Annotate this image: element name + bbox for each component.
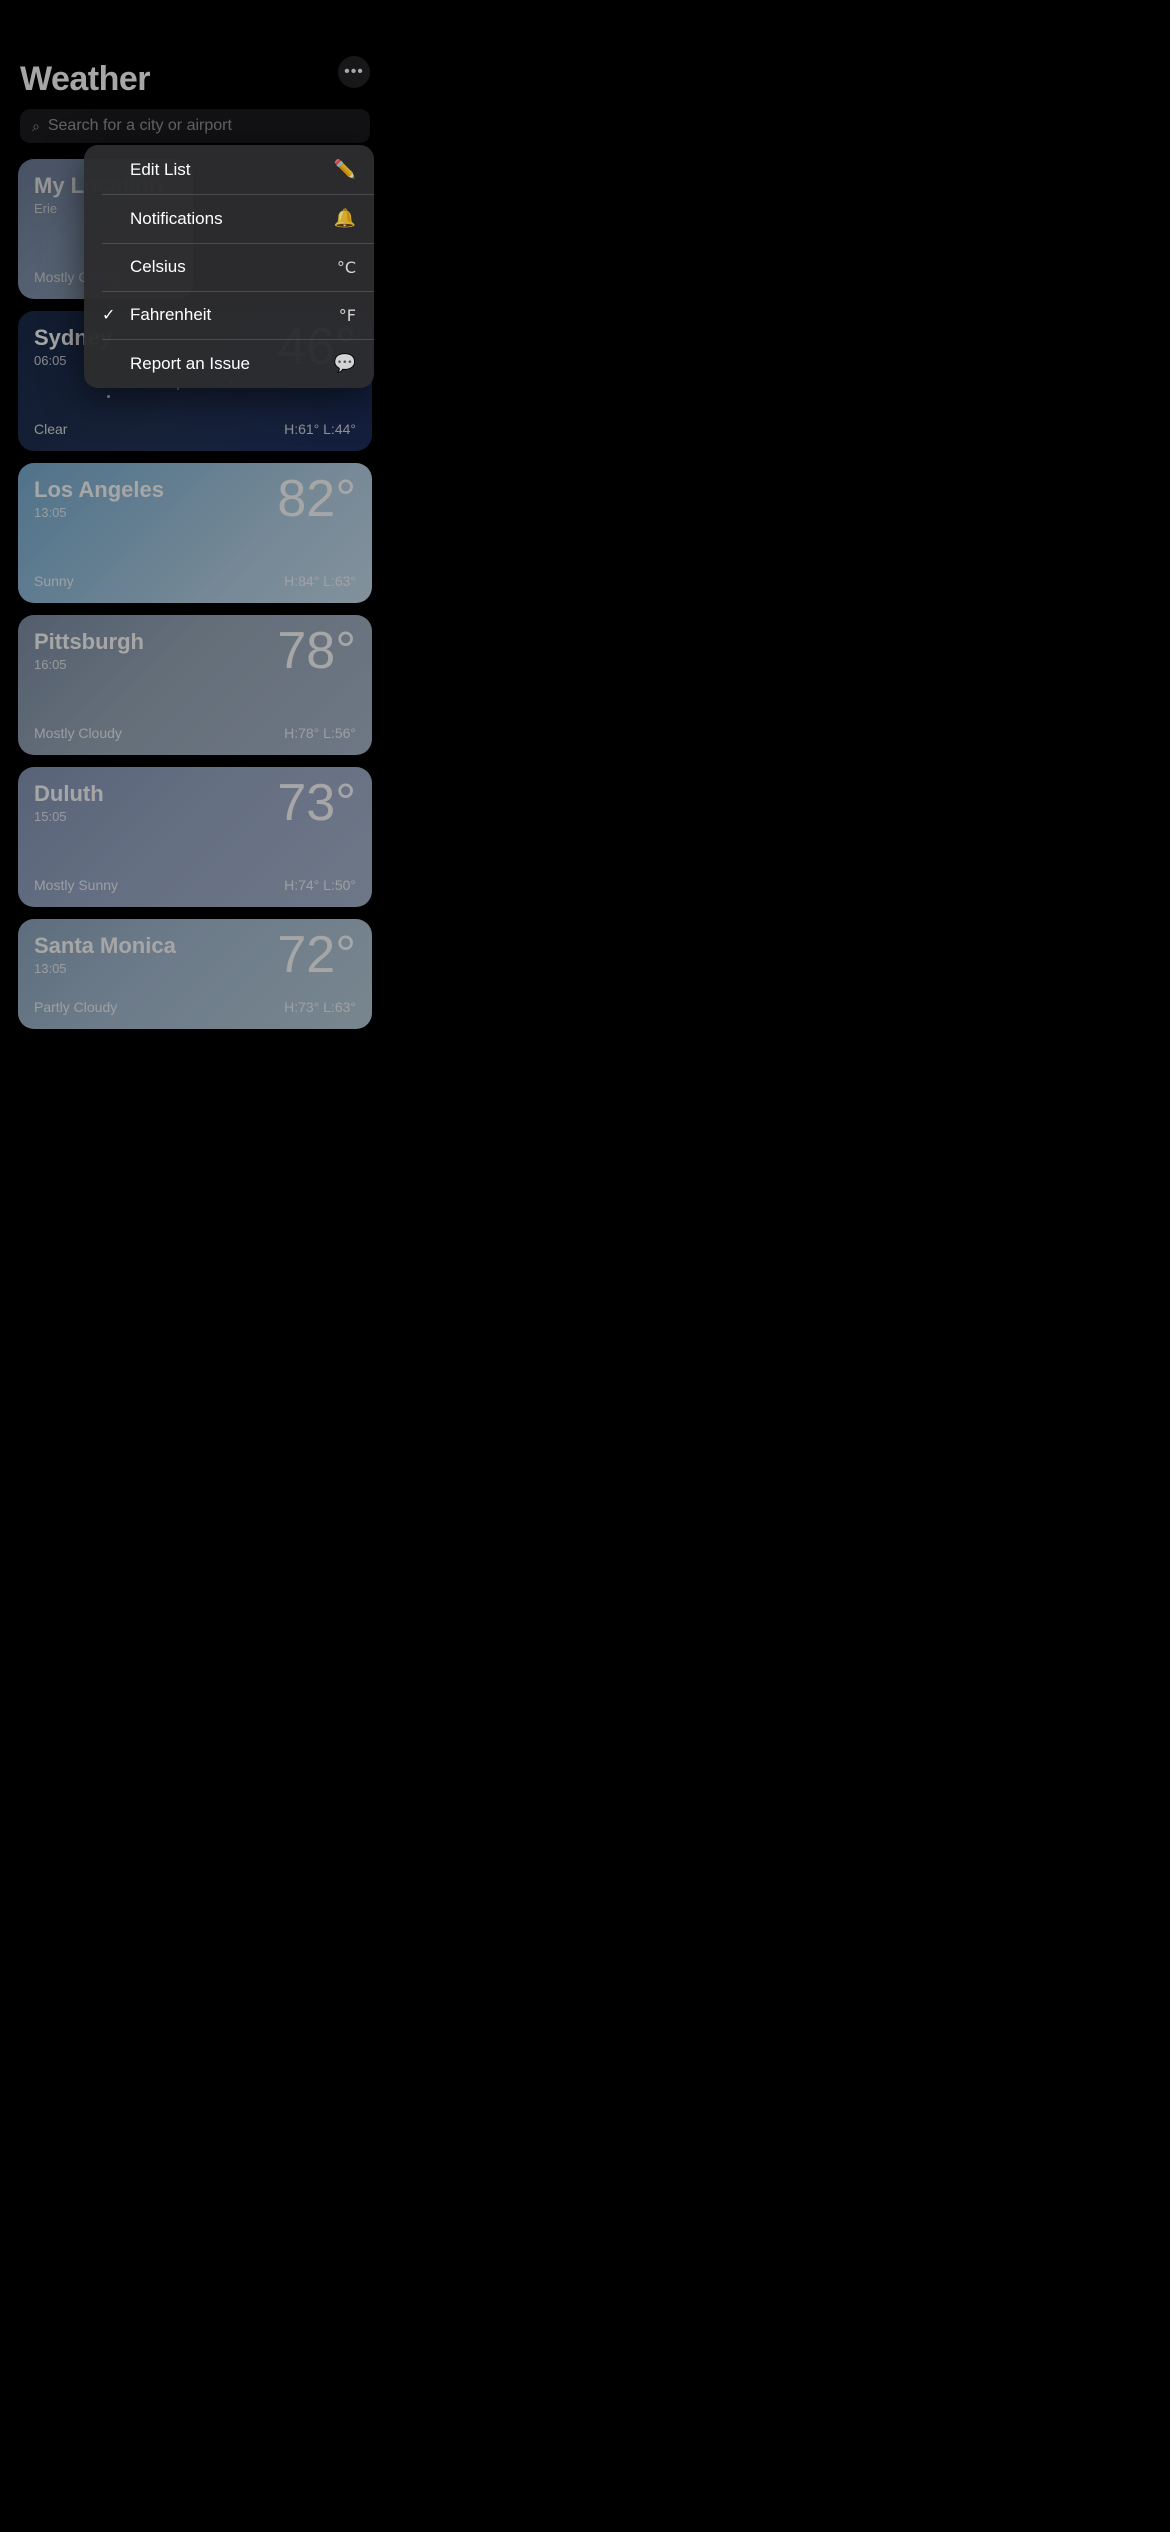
more-button[interactable]: ••• xyxy=(338,56,370,88)
dropdown-label-notifications: Notifications xyxy=(130,209,223,229)
weather-card-pittsburgh[interactable]: Pittsburgh 16:05 78° Mostly Cloudy H:78°… xyxy=(18,615,372,755)
card-temp-los-angeles: 82° xyxy=(277,473,356,525)
checkmark-fahrenheit: ✓ xyxy=(102,305,120,325)
bell-icon: 🔔 xyxy=(334,208,356,229)
card-hl-los-angeles: H:84° L:63° xyxy=(284,573,356,589)
dropdown-label-edit-list: Edit List xyxy=(130,160,190,180)
fahrenheit-icon: °F xyxy=(339,306,356,325)
card-city-duluth: Duluth xyxy=(34,781,104,807)
card-hl-pittsburgh: H:78° L:56° xyxy=(284,725,356,741)
page-title: Weather xyxy=(0,0,390,109)
dropdown-item-celsius[interactable]: Celsius °C xyxy=(84,243,374,291)
dropdown-item-notifications[interactable]: Notifications 🔔 xyxy=(84,194,374,243)
card-temp-pittsburgh: 78° xyxy=(277,625,356,677)
search-bar[interactable]: ⌕ Search for a city or airport xyxy=(20,109,370,143)
card-city-santa-monica: Santa Monica xyxy=(34,933,176,959)
dropdown-label-report-issue: Report an Issue xyxy=(130,354,250,374)
card-time-pittsburgh: 16:05 xyxy=(34,657,144,672)
more-dots-icon: ••• xyxy=(344,64,364,80)
dropdown-item-edit-list[interactable]: Edit List ✏️ xyxy=(84,145,374,194)
card-hl-santa-monica: H:73° L:63° xyxy=(284,999,356,1015)
weather-card-santa-monica[interactable]: Santa Monica 13:05 72° Partly Cloudy H:7… xyxy=(18,919,372,1029)
card-temp-santa-monica: 72° xyxy=(277,929,356,981)
dropdown-label-fahrenheit: Fahrenheit xyxy=(130,305,211,325)
search-placeholder-text: Search for a city or airport xyxy=(48,117,232,135)
card-hl-duluth: H:74° L:50° xyxy=(284,877,356,893)
weather-card-duluth[interactable]: Duluth 15:05 73° Mostly Sunny H:74° L:50… xyxy=(18,767,372,907)
card-condition-duluth: Mostly Sunny xyxy=(34,877,118,893)
card-time-santa-monica: 13:05 xyxy=(34,961,176,976)
card-condition-santa-monica: Partly Cloudy xyxy=(34,999,117,1015)
card-time-duluth: 15:05 xyxy=(34,809,104,824)
card-condition-los-angeles: Sunny xyxy=(34,573,74,589)
card-hl-sydney: H:61° L:44° xyxy=(284,421,356,437)
card-temp-duluth: 73° xyxy=(277,777,356,829)
card-city-pittsburgh: Pittsburgh xyxy=(34,629,144,655)
pencil-icon: ✏️ xyxy=(334,159,356,180)
report-icon: 💬 xyxy=(334,353,356,374)
card-city-los-angeles: Los Angeles xyxy=(34,477,164,503)
card-condition-sydney: Clear xyxy=(34,421,67,437)
dropdown-label-celsius: Celsius xyxy=(130,257,186,277)
dropdown-item-report-issue[interactable]: Report an Issue 💬 xyxy=(84,339,374,388)
dropdown-menu: Edit List ✏️ Notifications 🔔 Celsius °C … xyxy=(84,145,374,388)
card-condition-pittsburgh: Mostly Cloudy xyxy=(34,725,122,741)
weather-card-los-angeles[interactable]: Los Angeles 13:05 82° Sunny H:84° L:63° xyxy=(18,463,372,603)
card-time-los-angeles: 13:05 xyxy=(34,505,164,520)
dropdown-item-fahrenheit[interactable]: ✓ Fahrenheit °F xyxy=(84,291,374,339)
celsius-icon: °C xyxy=(337,258,356,277)
search-icon: ⌕ xyxy=(32,118,40,135)
